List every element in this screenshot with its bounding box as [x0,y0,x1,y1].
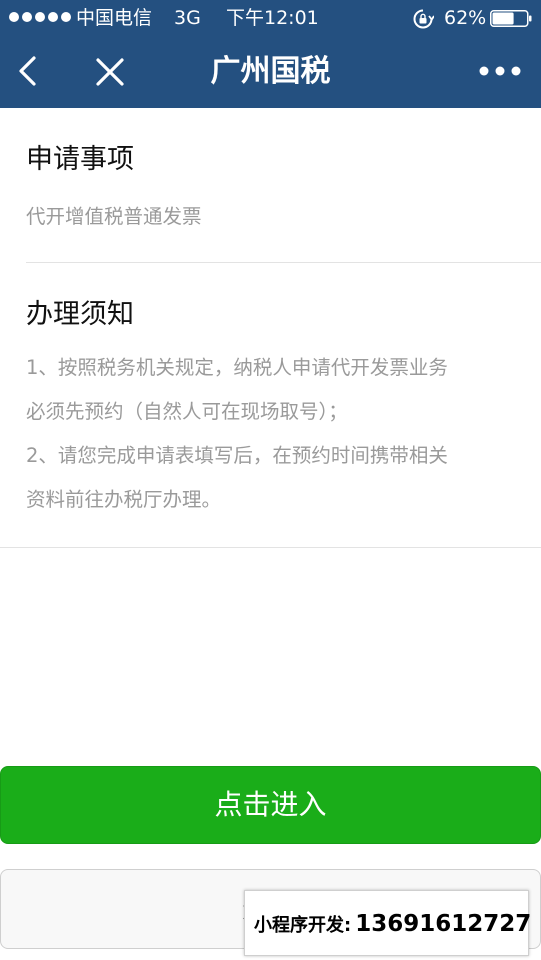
rotation-lock-icon [413,9,434,29]
back-chevron-icon[interactable] [14,55,44,87]
battery-percent: 62% [444,7,487,29]
status-bar: 中国电信 3G 下午12:01 62% [0,0,541,36]
close-icon[interactable] [95,57,125,87]
apply-section-title: 申请事项 [26,144,134,175]
notice-line: 资料前往办税厅办理。 [26,488,222,511]
battery-icon [490,10,532,27]
section-divider [26,262,541,263]
notice-line: 1、按照税务机关规定，纳税人申请代开发票业务 [26,356,448,379]
overlay-phone: 13691612727 [355,911,532,937]
page-title: 广州国税 [210,54,331,89]
status-time: 下午12:01 [226,7,319,29]
nav-bar: 广州国税 [0,36,541,108]
notice-line: 必须先预约（自然人可在现场取号）； [26,400,348,423]
apply-item-value-wrap: 代开增值税普通发票 [26,200,541,229]
notice-text: 1、按照税务机关规定，纳税人申请代开发票业务 必须先预约（自然人可在现场取号）；… [26,346,541,522]
apply-item-value: 代开增值税普通发票 [26,205,202,228]
apply-section: 申请事项 [26,137,541,176]
overlay-label: 小程序开发: [254,915,352,936]
network-type: 3G [174,7,201,29]
carrier-name: 中国电信 [76,7,153,29]
more-options-icon[interactable] [478,63,522,79]
app-header: 中国电信 3G 下午12:01 62% 广州国税 [0,0,541,108]
notice-line: 2、请您完成申请表填写后，在预约时间携带相关 [26,444,448,467]
notice-section-title: 办理须知 [26,299,134,330]
enter-button[interactable]: 点击进入 [0,766,541,844]
section-divider [0,547,541,548]
developer-contact-overlay: 小程序开发: 13691612727 [244,890,532,956]
signal-strength-icon [9,12,71,22]
notice-section: 办理须知 [26,292,541,331]
